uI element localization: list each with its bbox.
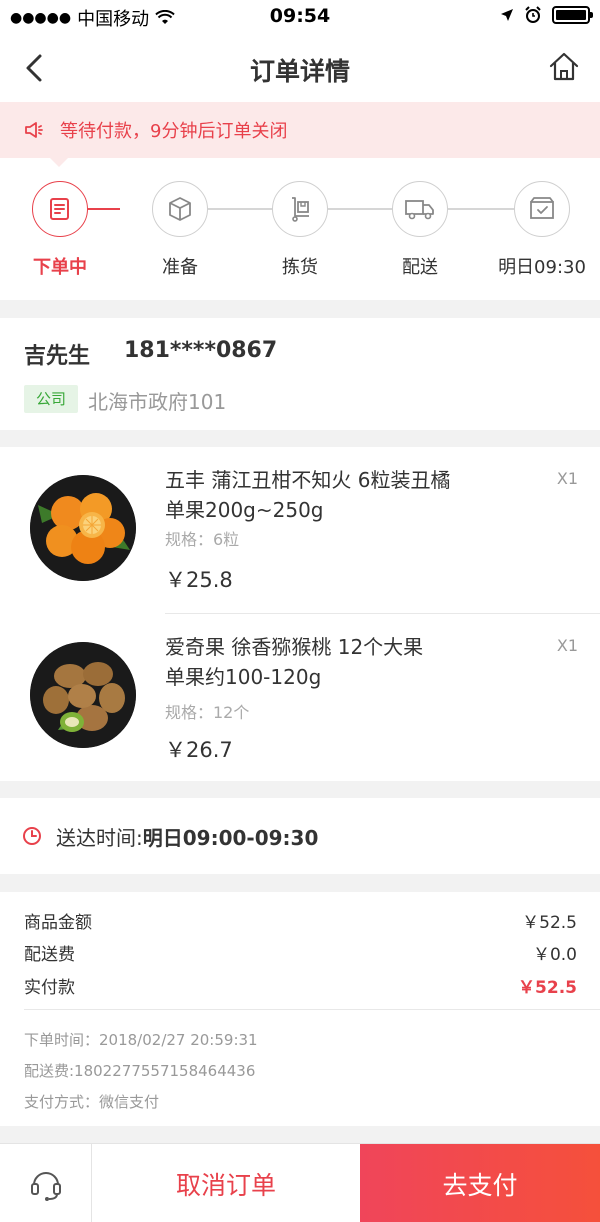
product-price: ￥26.7 [165, 738, 233, 762]
product-list: 五丰 蒲江丑柑不知火 6粒装丑橘 单果200g~250g X1 规格：6粒 ￥2… [0, 447, 600, 781]
status-right [500, 6, 593, 24]
address-tag-badge: 公司 [24, 385, 79, 413]
pay-button[interactable]: 去支付 [360, 1144, 600, 1222]
goods-amount-label: 商品金额 [24, 913, 92, 933]
order-progress: 下单中 准备 拣货 配送 明日09:30 [0, 158, 600, 300]
cancel-order-button[interactable]: 取消订单 [92, 1144, 360, 1222]
shipping-fee-label: 配送费 [24, 945, 75, 965]
product-name: 爱奇果 徐香猕猴桃 12个大果 单果约100-120g [165, 632, 495, 692]
progress-step-prepare: 准备 [120, 181, 240, 279]
product-spec: 规格：12个 [165, 703, 250, 722]
address-detail: 北海市政府101 [88, 390, 227, 414]
payment-notice-banner: 等待付款，9分钟后订单关闭 [0, 102, 600, 158]
customer-service-button[interactable] [0, 1144, 92, 1222]
shipping-fee-value: ￥0.0 [532, 945, 577, 965]
package-box-icon [152, 181, 208, 237]
product-name: 五丰 蒲江丑柑不知火 6粒装丑橘 单果200g~250g [165, 465, 495, 525]
progress-step-delivery: 配送 [360, 181, 480, 279]
page-title: 订单详情 [249, 57, 350, 86]
home-icon[interactable] [548, 50, 580, 84]
product-name-line1: 五丰 蒲江丑柑不知火 6粒装丑橘 [165, 468, 451, 492]
recipient-name: 吉先生 [24, 344, 91, 369]
clock-icon [23, 827, 41, 845]
order-time: 下单时间：2018/02/27 20:59:31 [24, 1031, 258, 1049]
notice-pointer [50, 158, 68, 167]
orange-product-image [30, 475, 136, 581]
product-name-line2: 单果约100-120g [165, 665, 322, 689]
step-label: 配送 [402, 257, 438, 278]
list-item[interactable]: 五丰 蒲江丑柑不知火 6粒装丑橘 单果200g~250g X1 规格：6粒 ￥2… [0, 447, 600, 614]
bottom-action-bar: 取消订单 去支付 [0, 1143, 600, 1222]
product-name-line1: 爱奇果 徐香猕猴桃 12个大果 [165, 635, 424, 659]
list-item[interactable]: 爱奇果 徐香猕猴桃 12个大果 单果约100-120g X1 规格：12个 ￥2… [0, 614, 600, 780]
product-spec: 规格：6粒 [165, 530, 240, 549]
product-quantity: X1 [556, 636, 578, 655]
alarm-clock-icon [525, 6, 541, 23]
step-label: 下单中 [33, 257, 87, 278]
status-bar: ●●●●● 中国移动 09:54 [0, 0, 600, 34]
product-name-line2: 单果200g~250g [165, 498, 324, 522]
progress-step-picking: 拣货 [240, 181, 360, 279]
delivered-box-icon [514, 181, 570, 237]
progress-step-ordering: 下单中 [0, 181, 120, 279]
goods-amount-value: ￥52.5 [522, 913, 577, 933]
hand-cart-icon [272, 181, 328, 237]
megaphone-icon [25, 122, 43, 138]
order-number: 配送费:1802277557158464436 [24, 1062, 256, 1080]
paid-amount-label: 实付款 [24, 978, 75, 998]
nav-bar: 订单详情 [0, 34, 600, 102]
step-label: 明日09:30 [498, 257, 586, 278]
paid-amount-row: 实付款 ￥52.5 [24, 973, 577, 998]
kiwi-product-image [30, 642, 136, 748]
product-quantity: X1 [556, 469, 578, 488]
battery-icon [552, 6, 593, 24]
payment-method: 支付方式：微信支付 [24, 1093, 160, 1111]
delivery-address-card[interactable]: 吉先生 181****0867 公司 北海市政府101 [0, 318, 600, 430]
step-label: 准备 [162, 257, 198, 278]
progress-step-arrival: 明日09:30 [482, 181, 600, 279]
paid-amount-value: ￥52.5 [518, 978, 577, 998]
product-price: ￥25.8 [165, 568, 233, 592]
delivery-truck-icon [392, 181, 448, 237]
location-arrow-icon [501, 9, 513, 21]
shipping-fee-row: 配送费 ￥0.0 [24, 940, 577, 965]
recipient-phone: 181****0867 [124, 338, 278, 363]
notice-text: 等待付款，9分钟后订单关闭 [60, 121, 288, 142]
delivery-time-label: 送达时间: [56, 825, 143, 850]
step-label: 拣货 [282, 257, 318, 278]
delivery-time-row: 送达时间: 明日09:00-09:30 [0, 798, 600, 874]
delivery-time-value: 明日09:00-09:30 [142, 825, 319, 850]
order-form-icon [32, 181, 88, 237]
headset-icon [30, 1171, 61, 1201]
goods-amount-row: 商品金额 ￥52.5 [24, 908, 577, 933]
order-totals: 商品金额 ￥52.5 配送费 ￥0.0 实付款 ￥52.5 下单时间：2018/… [0, 892, 600, 1126]
divider [24, 1009, 600, 1010]
